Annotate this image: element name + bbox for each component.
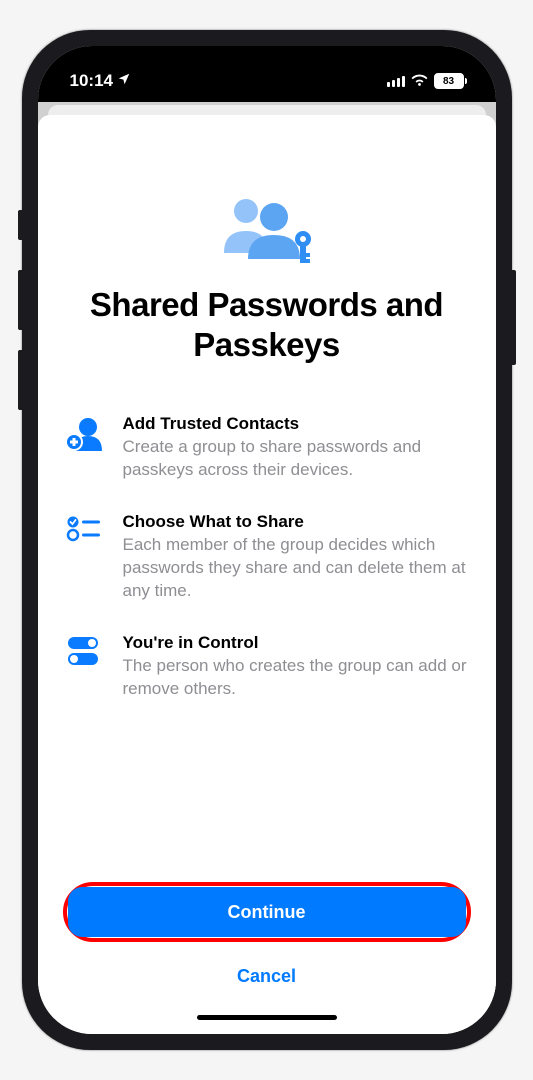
cancel-button[interactable]: Cancel — [63, 954, 471, 999]
battery-icon: 83 — [434, 73, 464, 89]
wifi-icon — [411, 71, 428, 91]
feature-title: You're in Control — [123, 633, 471, 653]
features-list: Add Trusted Contacts Create a group to s… — [58, 414, 476, 882]
page-title: Shared Passwords and Passkeys — [58, 285, 476, 364]
add-contact-icon — [63, 414, 105, 452]
checklist-icon — [63, 512, 105, 542]
feature-control: You're in Control The person who creates… — [63, 633, 471, 701]
continue-button[interactable]: Continue — [68, 887, 466, 937]
background-sheet — [48, 105, 486, 115]
status-time: 10:14 — [70, 71, 113, 91]
feature-title: Add Trusted Contacts — [123, 414, 471, 434]
highlight-annotation: Continue — [63, 882, 471, 942]
feature-description: The person who creates the group can add… — [123, 655, 471, 701]
feature-title: Choose What to Share — [123, 512, 471, 532]
feature-choose-share: Choose What to Share Each member of the … — [63, 512, 471, 603]
toggles-icon — [63, 633, 105, 667]
screen: 10:14 83 — [38, 46, 496, 1034]
modal-sheet: Shared Passwords and Passkeys — [38, 115, 496, 1034]
dynamic-island — [203, 60, 331, 96]
feature-description: Create a group to share passwords and pa… — [123, 436, 471, 482]
phone-frame: 10:14 83 — [22, 30, 512, 1050]
shared-passwords-hero-icon — [58, 195, 476, 265]
feature-add-contacts: Add Trusted Contacts Create a group to s… — [63, 414, 471, 482]
cellular-icon — [387, 75, 405, 87]
home-indicator[interactable] — [197, 1015, 337, 1020]
feature-description: Each member of the group decides which p… — [123, 534, 471, 603]
location-icon — [117, 72, 131, 90]
